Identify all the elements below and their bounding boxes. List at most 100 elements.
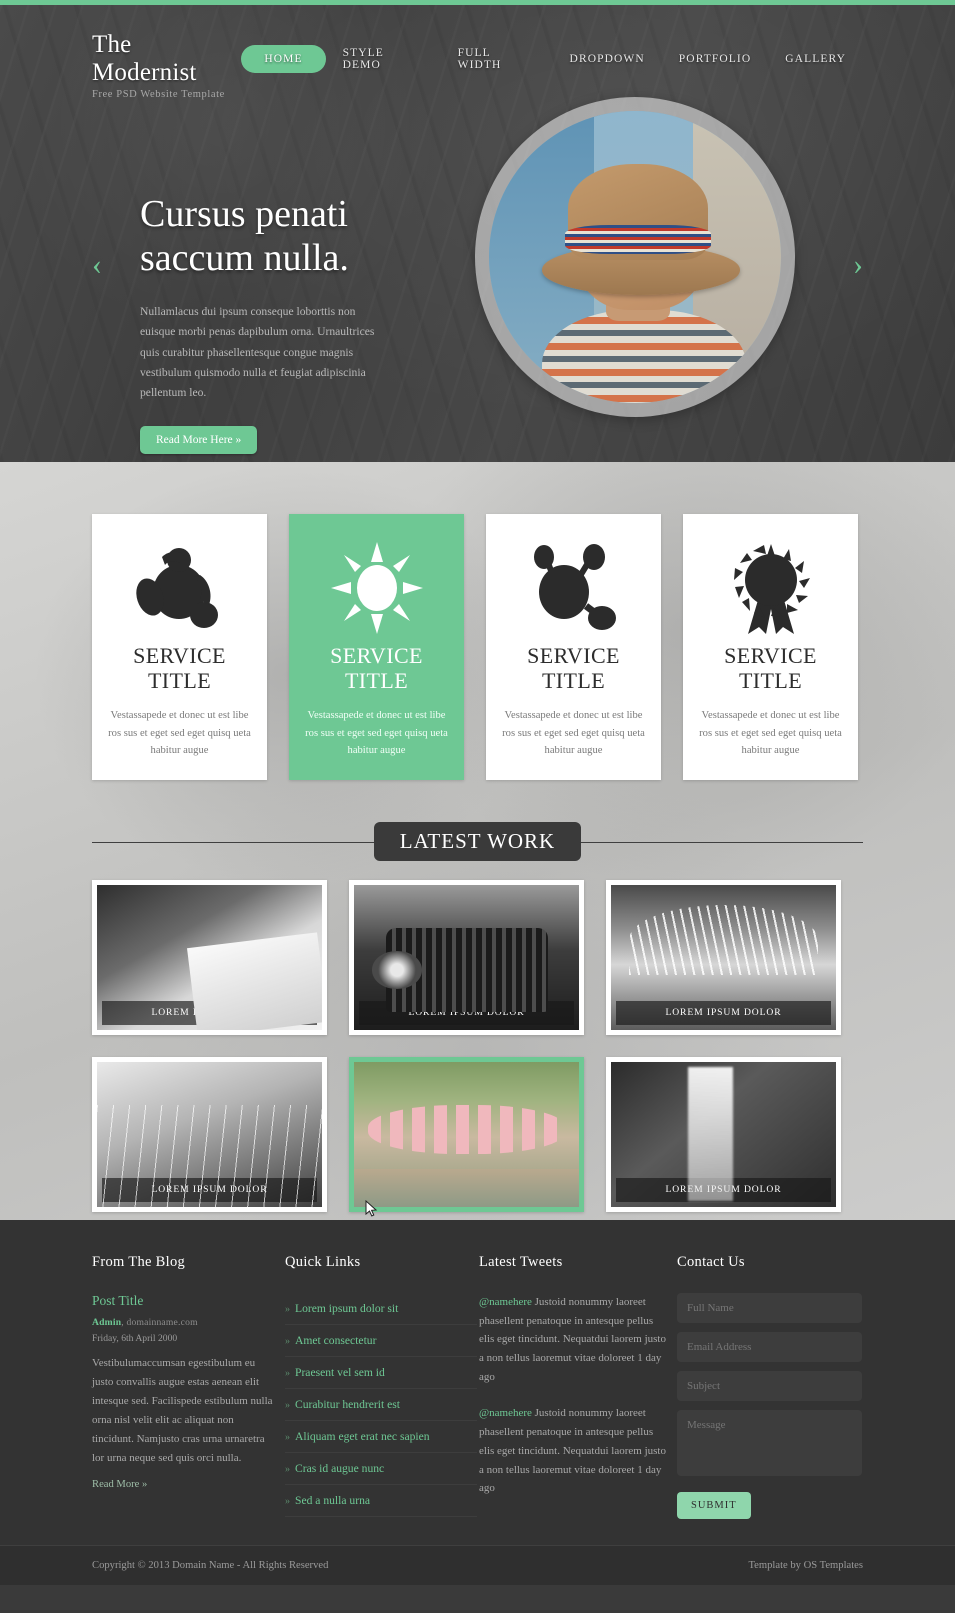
quick-link-4[interactable]: » Curabitur hendrerit est	[285, 1389, 477, 1420]
nav-item-full-width[interactable]: FULL WIDTH	[441, 40, 553, 78]
quick-link-label: Cras id augue nunc	[295, 1462, 385, 1475]
email-input[interactable]	[677, 1332, 862, 1362]
full-name-input[interactable]	[677, 1293, 862, 1323]
hero-heading-line1: Cursus penati	[140, 193, 348, 235]
submit-button[interactable]: SUBMIT	[677, 1492, 751, 1519]
chevron-right-icon: »	[285, 1432, 290, 1443]
services-row: SERVICE TITLE Vestassapede et donec ut e…	[0, 514, 955, 780]
service-title: SERVICE TITLE	[303, 643, 450, 693]
footer-heading-quicklinks: Quick Links	[285, 1254, 361, 1270]
service-card-1[interactable]: SERVICE TITLE Vestassapede et donec ut e…	[92, 514, 267, 780]
blog-post-body: Vestibulumaccumsan egestibulum eu justo …	[92, 1357, 273, 1464]
nav-item-portfolio[interactable]: PORTFOLIO	[662, 46, 768, 72]
quick-link-label: Sed a nulla urna	[295, 1494, 371, 1507]
tweet-text: Justoid nonummy laoreet phasellent penat…	[479, 1296, 666, 1383]
service-description: Vestassapede et donec ut est libe ros su…	[502, 710, 645, 757]
hero-heading: Cursus penati saccum nulla.	[140, 192, 470, 280]
page-root: The Modernist Free PSD Website Template …	[0, 0, 955, 1613]
quick-link-6[interactable]: » Cras id augue nunc	[285, 1453, 477, 1484]
portfolio-item-1[interactable]: LOREM IPSUM DOLOR	[92, 879, 327, 1035]
chevron-right-icon: »	[285, 1336, 290, 1347]
portfolio-caption: LOREM IPSUM DOLOR	[102, 1000, 317, 1025]
molecule-icon	[500, 540, 647, 636]
nav-item-dropdown[interactable]: DROPDOWN	[553, 46, 662, 72]
list-item: » Sed a nulla urna	[285, 1485, 477, 1517]
portfolio-item-3[interactable]: LOREM IPSUM DOLOR	[606, 879, 841, 1035]
service-title-line1: SERVICE	[133, 643, 226, 668]
logo[interactable]: The Modernist Free PSD Website Template	[92, 31, 241, 100]
subject-input[interactable]	[677, 1371, 862, 1401]
tweet-item-1: @namehere Justoid nonummy laoreet phasel…	[479, 1293, 669, 1386]
copyright-text: Copyright © 2013 Domain Name - All Right…	[92, 1560, 329, 1571]
template-credit-link[interactable]: Template by OS Templates	[748, 1560, 863, 1571]
service-title-line2: TITLE	[541, 667, 606, 693]
blog-post-title[interactable]: Post Title	[92, 1293, 277, 1309]
header-bar: The Modernist Free PSD Website Template …	[0, 5, 955, 100]
service-card-3[interactable]: SERVICE TITLE Vestassapede et donec ut e…	[486, 514, 661, 780]
tweet-handle[interactable]: @namehere	[479, 1296, 532, 1308]
service-description: Vestassapede et donec ut est libe ros su…	[108, 710, 251, 757]
award-ribbon-icon	[697, 540, 844, 636]
latest-work-heading: LATEST WORK	[373, 822, 582, 862]
portfolio-caption: LOREM IPSUM DOLOR	[102, 1177, 317, 1202]
hero-section: The Modernist Free PSD Website Template …	[0, 5, 955, 462]
service-title: SERVICE TITLE	[697, 643, 844, 693]
message-textarea[interactable]	[677, 1410, 862, 1476]
portfolio-item-6[interactable]: LOREM IPSUM DOLOR	[606, 1056, 841, 1212]
service-title-line2: TITLE	[147, 667, 212, 693]
quick-link-label: Lorem ipsum dolor sit	[295, 1302, 399, 1315]
tweet-item-2: @namehere Justoid nonummy laoreet phasel…	[479, 1404, 669, 1497]
list-item: » Aliquam eget erat nec sapien	[285, 1421, 477, 1453]
chevron-right-icon: »	[285, 1304, 290, 1315]
service-card-4[interactable]: SERVICE TITLE Vestassapede et donec ut e…	[683, 514, 858, 780]
quick-link-5[interactable]: » Aliquam eget erat nec sapien	[285, 1421, 477, 1452]
service-description: Vestassapede et donec ut est libe ros su…	[699, 710, 842, 757]
logo-title: The Modernist	[92, 31, 197, 86]
portfolio-thumbnail: LOREM IPSUM DOLOR	[611, 884, 836, 1030]
quick-links-list: » Lorem ipsum dolor sit » Amet consectetur…	[285, 1293, 477, 1517]
nav-item-style-demo[interactable]: STYLE DEMO	[326, 40, 441, 78]
chevron-right-icon: »	[285, 1496, 290, 1507]
portfolio-grid: LOREM IPSUM DOLOR LOREM IPSUM DOLOR LORE…	[0, 862, 955, 1212]
sun-icon	[303, 540, 450, 636]
portfolio-item-5[interactable]	[349, 1056, 584, 1212]
service-title-line2: TITLE	[344, 667, 409, 693]
hero-text-block: Cursus penati saccum nulla. Nullamlacus …	[140, 130, 470, 454]
quick-link-1[interactable]: » Lorem ipsum dolor sit	[285, 1293, 477, 1324]
hero-read-more-button[interactable]: Read More Here »	[140, 425, 258, 454]
quick-link-7[interactable]: » Sed a nulla urna	[285, 1485, 477, 1516]
service-title-line1: SERVICE	[724, 643, 817, 668]
footer-quicklinks-column: Quick Links » Lorem ipsum dolor sit » Amet…	[285, 1254, 477, 1519]
portfolio-thumbnail: LOREM IPSUM DOLOR	[97, 884, 322, 1030]
tweet-handle[interactable]: @namehere	[479, 1407, 532, 1419]
chevron-right-icon: »	[285, 1400, 290, 1411]
list-item: » Curabitur hendrerit est	[285, 1389, 477, 1421]
service-card-2[interactable]: SERVICE TITLE Vestassapede et donec ut e…	[289, 514, 464, 780]
quick-link-2[interactable]: » Amet consectetur	[285, 1325, 477, 1356]
list-item: » Cras id augue nunc	[285, 1453, 477, 1485]
service-title: SERVICE TITLE	[106, 643, 253, 693]
latest-work-heading-wrap: LATEST WORK	[92, 822, 863, 862]
footer-heading-blog: From The Blog	[92, 1254, 186, 1270]
blob-cluster-icon	[106, 540, 253, 636]
portfolio-caption: LOREM IPSUM DOLOR	[359, 1000, 574, 1025]
slider-prev-arrow[interactable]: ‹	[92, 250, 102, 280]
blog-post-date: Friday, 6th April 2000	[92, 1333, 178, 1344]
nav-item-gallery[interactable]: GALLERY	[768, 46, 863, 72]
portfolio-item-2[interactable]: LOREM IPSUM DOLOR	[349, 879, 584, 1035]
hero-paragraph: Nullamlacus dui ipsum conseque loborttis…	[140, 305, 375, 400]
footer-heading-tweets: Latest Tweets	[479, 1254, 563, 1270]
nav-item-home[interactable]: HOME	[241, 45, 326, 73]
service-title-line1: SERVICE	[330, 643, 423, 668]
footer-heading-contact: Contact Us	[677, 1254, 745, 1270]
chevron-right-icon: »	[285, 1464, 290, 1475]
footer-blog-column: From The Blog Post Title Admin, domainna…	[92, 1254, 277, 1519]
blog-read-more-link[interactable]: Read More »	[92, 1479, 147, 1490]
quick-link-label: Aliquam eget erat nec sapien	[295, 1430, 430, 1443]
slider-next-arrow[interactable]: ›	[853, 250, 863, 280]
quick-link-3[interactable]: » Praesent vel sem id	[285, 1357, 477, 1388]
service-title: SERVICE TITLE	[500, 643, 647, 693]
portfolio-item-4[interactable]: LOREM IPSUM DOLOR	[92, 1056, 327, 1212]
blog-post-author: Admin	[92, 1317, 122, 1328]
portfolio-caption: LOREM IPSUM DOLOR	[616, 1000, 831, 1025]
